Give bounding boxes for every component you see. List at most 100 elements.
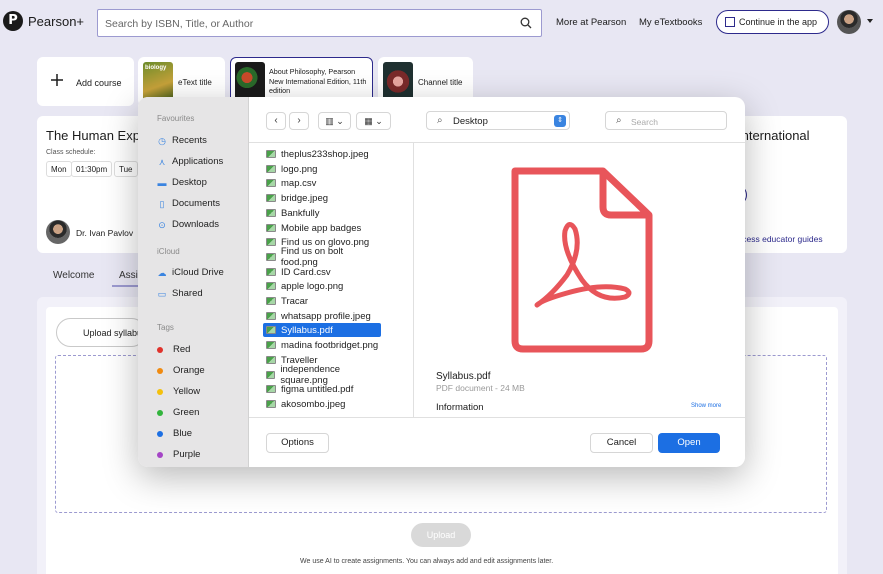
- file-open-dialog: Favourites ◷ Recents ⋏ Applications ▬ Deskt…: [138, 97, 745, 467]
- philosophy-title: About Philosophy, Pearson New Internatio…: [269, 67, 367, 95]
- sidebar-item-label: Desktop: [172, 177, 207, 188]
- tab-welcome[interactable]: Welcome: [53, 270, 95, 281]
- location-selector[interactable]: ⌕ Desktop ⇕: [426, 111, 570, 130]
- grid-view-icon: ▦ ⌄: [364, 116, 383, 126]
- image-file-icon: [266, 385, 276, 393]
- add-course-label: Add course: [76, 78, 122, 88]
- search-placeholder: Search by ISBN, Title, or Author: [105, 18, 254, 30]
- sidebar-item-desktop[interactable]: ▬ Desktop: [157, 177, 207, 188]
- sidebar-item-recents[interactable]: ◷ Recents: [157, 135, 207, 146]
- continue-in-app-button[interactable]: Continue in the app: [716, 10, 829, 34]
- file-row[interactable]: Find us on bolt food.png: [263, 246, 381, 268]
- file-name: akosombo.jpeg: [281, 398, 346, 410]
- image-file-icon: [266, 341, 276, 349]
- sidebar-tag-orange[interactable]: Orange: [157, 365, 205, 376]
- file-row[interactable]: akosombo.jpeg: [263, 397, 381, 411]
- pdf-file-icon: [266, 326, 276, 334]
- schedule-chip-day-2: Tue: [114, 161, 138, 177]
- search-icon[interactable]: [520, 17, 532, 32]
- upload-syllabus-button[interactable]: Upload syllabu: [56, 318, 146, 347]
- file-name: logo.png: [281, 163, 318, 175]
- file-name: bridge.jpeg: [281, 192, 329, 204]
- sidebar-item-documents[interactable]: ▯ Documents: [157, 198, 221, 209]
- upload-button[interactable]: Upload: [411, 523, 471, 547]
- dialog-sidebar: Favourites ◷ Recents ⋏ Applications ▬ Deskt…: [138, 97, 249, 467]
- forward-button[interactable]: ›: [289, 112, 309, 130]
- clock-icon: ◷: [158, 135, 166, 146]
- file-row[interactable]: apple logo.png: [263, 279, 381, 293]
- class-name: The Human Expe: [46, 128, 148, 143]
- file-row[interactable]: Bankfully: [263, 206, 381, 220]
- tag-dot-icon: [157, 451, 163, 458]
- brand-name[interactable]: Pearson+: [28, 14, 84, 29]
- sidebar-tag-green[interactable]: Green: [157, 407, 199, 418]
- stepper-icon: ⇕: [554, 115, 566, 127]
- add-course-card[interactable]: Add course: [37, 57, 134, 106]
- sidebar-item-label: Recents: [172, 135, 207, 146]
- file-list: theplus233shop.jpeg logo.png map.csv bri…: [249, 143, 414, 417]
- file-row[interactable]: Tracar: [263, 294, 381, 308]
- file-row[interactable]: theplus233shop.jpeg: [263, 147, 381, 161]
- image-file-icon: [266, 194, 276, 202]
- upload-syllabus-label: Upload syllabu: [83, 328, 143, 338]
- file-row[interactable]: independence square.png: [263, 364, 381, 386]
- dialog-search-input[interactable]: ⌕ Search: [605, 111, 727, 130]
- my-etextbooks-link[interactable]: My eTextbooks: [639, 17, 702, 28]
- sidebar-tag-blue[interactable]: Blue: [157, 428, 192, 439]
- preview-information-heading: Information: [436, 402, 484, 413]
- tab-assignments[interactable]: Assi: [119, 270, 138, 281]
- file-row[interactable]: ID Card.csv: [263, 265, 381, 279]
- cancel-button[interactable]: Cancel: [590, 433, 653, 453]
- sidebar-item-icloud-drive[interactable]: ☁ iCloud Drive: [157, 267, 224, 278]
- file-row[interactable]: figma untitled.pdf: [263, 382, 381, 396]
- desktop-icon: ▬: [157, 177, 167, 188]
- show-more-link[interactable]: Show more: [691, 403, 721, 409]
- chevron-down-icon[interactable]: [867, 19, 873, 23]
- back-button[interactable]: ‹: [266, 112, 286, 130]
- sidebar-item-label: iCloud Drive: [172, 267, 224, 278]
- sidebar-tag-purple[interactable]: Purple: [157, 449, 200, 460]
- sidebar-item-shared[interactable]: ▭ Shared: [157, 288, 203, 299]
- preview-file-meta: PDF document - 24 MB: [436, 383, 525, 393]
- sidebar-tag-red[interactable]: Red: [157, 344, 190, 355]
- educator-guides-link[interactable]: ccess educator guides: [738, 234, 823, 244]
- sidebar-item-label: Applications: [172, 156, 224, 167]
- file-row[interactable]: logo.png: [263, 162, 381, 176]
- plus-icon: [50, 71, 64, 92]
- open-button[interactable]: Open: [658, 433, 720, 453]
- file-row[interactable]: map.csv: [263, 176, 381, 190]
- image-file-icon: [266, 238, 276, 246]
- course-title-right: International: [738, 128, 810, 143]
- user-avatar[interactable]: [837, 10, 861, 34]
- sidebar-tag-yellow[interactable]: Yellow: [157, 386, 200, 397]
- more-at-pearson-link[interactable]: More at Pearson: [556, 17, 626, 28]
- document-icon: ▯: [159, 198, 165, 209]
- applications-icon: ⋏: [158, 156, 166, 167]
- search-bar[interactable]: Search by ISBN, Title, or Author: [97, 9, 542, 37]
- dialog-search-placeholder: Search: [631, 117, 658, 127]
- file-row[interactable]: Mobile app badges: [263, 221, 381, 235]
- image-file-icon: [266, 297, 276, 305]
- group-by-button[interactable]: ▦ ⌄: [356, 112, 391, 130]
- tag-label: Orange: [173, 365, 205, 376]
- download-icon: ⊙: [158, 219, 166, 230]
- book-cover-text: biology: [145, 65, 167, 71]
- pearson-logo-icon[interactable]: P: [3, 11, 23, 31]
- icloud-heading: iCloud: [157, 247, 180, 256]
- file-name: apple logo.png: [281, 280, 344, 292]
- file-name: theplus233shop.jpeg: [281, 148, 369, 160]
- image-file-icon: [266, 356, 276, 364]
- options-button[interactable]: Options: [266, 433, 329, 453]
- preview-file-name: Syllabus.pdf: [436, 371, 491, 382]
- continue-in-app-label: Continue in the app: [739, 17, 818, 27]
- file-row[interactable]: bridge.jpeg: [263, 191, 381, 205]
- file-row[interactable]: whatsapp profile.jpeg: [263, 309, 381, 323]
- book-cover-image: biology: [143, 62, 173, 101]
- file-row-selected[interactable]: Syllabus.pdf: [263, 323, 381, 337]
- active-tab-indicator: [112, 285, 140, 287]
- sidebar-item-downloads[interactable]: ⊙ Downloads: [157, 219, 219, 230]
- image-file-icon: [266, 165, 276, 173]
- sidebar-item-applications[interactable]: ⋏ Applications: [157, 156, 224, 167]
- view-mode-button[interactable]: ▥ ⌄: [318, 112, 351, 130]
- file-row[interactable]: madina footbridget.png: [263, 338, 381, 352]
